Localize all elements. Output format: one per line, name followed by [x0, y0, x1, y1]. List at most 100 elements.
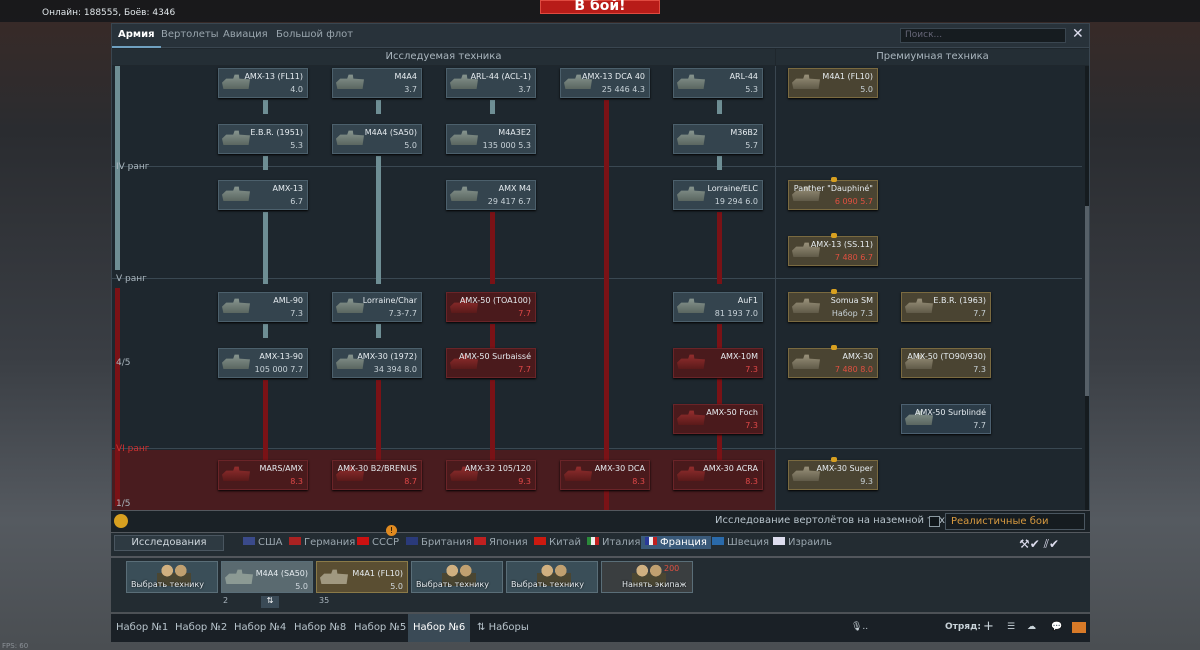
vehicle-card[interactable]: AMX-10M 7.3: [673, 348, 763, 378]
microphone-icon[interactable]: 🎙..: [851, 622, 868, 632]
nation-sweden[interactable]: Швеция: [712, 537, 769, 548]
vehicle-card[interactable]: AMX-50 Surbaissé 7.7: [446, 348, 536, 378]
premium-vehicle-card[interactable]: Somua SM Набор 7.3: [788, 289, 878, 322]
tank-icon: [677, 298, 705, 313]
premium-vehicle-card[interactable]: M4A1 (FL10) 5.0: [788, 68, 878, 98]
vehicle-card[interactable]: M4A3E2 135 000 5.3: [446, 124, 536, 154]
preset-1[interactable]: Набор №1: [111, 614, 173, 642]
premium-vehicle-card[interactable]: AMX-30 7 480 8.0: [788, 345, 878, 378]
vehicle-card[interactable]: AMX-32 105/120 9.3: [446, 460, 536, 490]
heli-research-checkbox[interactable]: [929, 516, 940, 527]
tab-fleet[interactable]: Большой флот: [270, 24, 359, 48]
list-icon[interactable]: ☰: [1007, 622, 1015, 632]
vehicle-card[interactable]: AMX-13 DCA 40 25 446 4.3: [560, 68, 650, 98]
crew-slot[interactable]: M4A1 (FL10) 5.0: [316, 561, 408, 593]
tab-helicopters[interactable]: Вертолеты: [155, 24, 225, 48]
tab-army[interactable]: Армия: [112, 24, 161, 48]
vehicle-card[interactable]: AMX-30 ACRA 8.3: [673, 460, 763, 490]
vehicle-card[interactable]: AMX M4 29 417 6.7: [446, 180, 536, 210]
vehicle-br: 19 294 6.0: [714, 197, 758, 206]
research-header: Исследуемая техника: [112, 49, 775, 65]
swap-icon[interactable]: ⇅: [261, 596, 279, 608]
tank-icon: [905, 298, 933, 313]
vehicle-card[interactable]: M4A4 (SA50) 5.0: [332, 124, 422, 154]
nation-germany[interactable]: Германия: [289, 537, 355, 548]
vehicle-name: Panther "Dauphiné": [793, 184, 873, 193]
vehicle-card[interactable]: AMX-30 DCA 8.3: [560, 460, 650, 490]
preset-8[interactable]: Набор №8: [289, 614, 351, 642]
tank-icon: [450, 186, 478, 201]
nation-israel[interactable]: Израиль: [773, 537, 832, 548]
battle-mode-select[interactable]: Реалистичные бои: [945, 513, 1085, 530]
battle-button[interactable]: В бой!: [540, 0, 660, 14]
tab-aviation[interactable]: Авиация: [217, 24, 274, 48]
close-icon[interactable]: ✕: [1072, 26, 1084, 42]
vehicle-card[interactable]: ARL-44 (ACL-1) 3.7: [446, 68, 536, 98]
premium-vehicle-card[interactable]: AMX-50 Surblindé 7.7: [901, 404, 991, 434]
vehicle-card[interactable]: AML-90 7.3: [218, 292, 308, 322]
vehicle-card[interactable]: AMX-30 B2/BRENUS 8.7: [332, 460, 422, 490]
crew-slot[interactable]: M4A4 (SA50) 5.0: [221, 561, 313, 593]
premium-vehicle-card[interactable]: AMX-30 Super 9.3: [788, 457, 878, 490]
vehicle-card[interactable]: M36B2 5.7: [673, 124, 763, 154]
crew-slot[interactable]: Выбрать технику: [411, 561, 503, 593]
nation-label: Япония: [489, 537, 528, 548]
scrollbar-thumb[interactable]: [1085, 206, 1089, 396]
vehicle-br: 7.7: [973, 309, 986, 318]
nation-ussr[interactable]: СССР: [357, 537, 399, 548]
premium-vehicle-card[interactable]: E.B.R. (1963) 7.7: [901, 292, 991, 322]
vehicle-card[interactable]: Lorraine/Char 7.3-7.7: [332, 292, 422, 322]
vehicle-name: AMX-13 (SS.11): [810, 240, 873, 249]
preset-6[interactable]: Набор №6: [408, 614, 471, 642]
vehicle-card[interactable]: AMX-30 (1972) 34 394 8.0: [332, 348, 422, 378]
search-input[interactable]: Поиск...: [900, 28, 1066, 43]
nation-usa[interactable]: США: [243, 537, 283, 548]
tank-icon: [336, 298, 364, 313]
crew-slot[interactable]: 200 Нанять экипаж: [601, 561, 693, 593]
arrow: [717, 100, 722, 114]
preset-4[interactable]: Набор №4: [229, 614, 291, 642]
flag-icon: [587, 537, 599, 545]
vehicle-card[interactable]: AMX-13-90 105 000 7.7: [218, 348, 308, 378]
flag-icon: [474, 537, 486, 545]
vehicle-card[interactable]: AMX-13 6.7: [218, 180, 308, 210]
vehicle-card[interactable]: ARL-44 5.3: [673, 68, 763, 98]
vehicle-card[interactable]: E.B.R. (1951) 5.3: [218, 124, 308, 154]
scrollbar[interactable]: [1085, 66, 1089, 510]
vehicle-card[interactable]: AMX-13 (FL11) 4.0: [218, 68, 308, 98]
tank-icon: [336, 74, 364, 89]
vehicle-name: AMX-13-90: [259, 352, 303, 361]
preset-5[interactable]: Набор №5: [349, 614, 411, 642]
cloud-icon[interactable]: ☁: [1027, 622, 1036, 632]
tools-icon[interactable]: ⚒✔ ⫽✔: [1019, 537, 1059, 552]
vehicle-card[interactable]: MARS/AMX 8.3: [218, 460, 308, 490]
mail-icon[interactable]: [1072, 622, 1086, 633]
preset-2[interactable]: Набор №2: [170, 614, 232, 642]
premium-vehicle-card[interactable]: AMX-50 (TO90/930) 7.3: [901, 348, 991, 378]
presets-button[interactable]: ⇅ Наборы: [472, 614, 534, 642]
crew-slot[interactable]: Выбрать технику: [506, 561, 598, 593]
arrow: [376, 324, 381, 338]
nation-france[interactable]: Франция: [641, 536, 711, 549]
research-button[interactable]: Исследования: [114, 535, 224, 551]
vehicle-br: 9.3: [860, 477, 873, 486]
nation-label: Германия: [304, 537, 356, 548]
nation-britain[interactable]: Британия: [406, 537, 472, 548]
chat-icon[interactable]: 💬: [1051, 622, 1062, 632]
nation-italy[interactable]: Италия: [587, 537, 640, 548]
premium-vehicle-card[interactable]: Panther "Dauphiné" 6 090 5.7: [788, 177, 878, 210]
vehicle-card[interactable]: Lorraine/ELC 19 294 6.0: [673, 180, 763, 210]
nation-china[interactable]: Китай: [534, 537, 581, 548]
rank-divider: [112, 166, 1082, 167]
vehicle-br: 9.3: [518, 477, 531, 486]
vehicle-card[interactable]: AMX-50 Foch 7.3: [673, 404, 763, 434]
vehicle-card[interactable]: AMX-50 (TOA100) 7.7: [446, 292, 536, 322]
add-squad-icon[interactable]: +: [983, 619, 994, 634]
crew-slot[interactable]: Выбрать технику: [126, 561, 218, 593]
nation-japan[interactable]: Япония: [474, 537, 528, 548]
vehicle-card[interactable]: AuF1 81 193 7.0: [673, 292, 763, 322]
vehicle-card[interactable]: M4A4 3.7: [332, 68, 422, 98]
vehicle-name: AMX M4: [498, 184, 531, 193]
vehicle-name: AMX-30: [842, 352, 873, 361]
premium-vehicle-card[interactable]: AMX-13 (SS.11) 7 480 6.7: [788, 233, 878, 266]
